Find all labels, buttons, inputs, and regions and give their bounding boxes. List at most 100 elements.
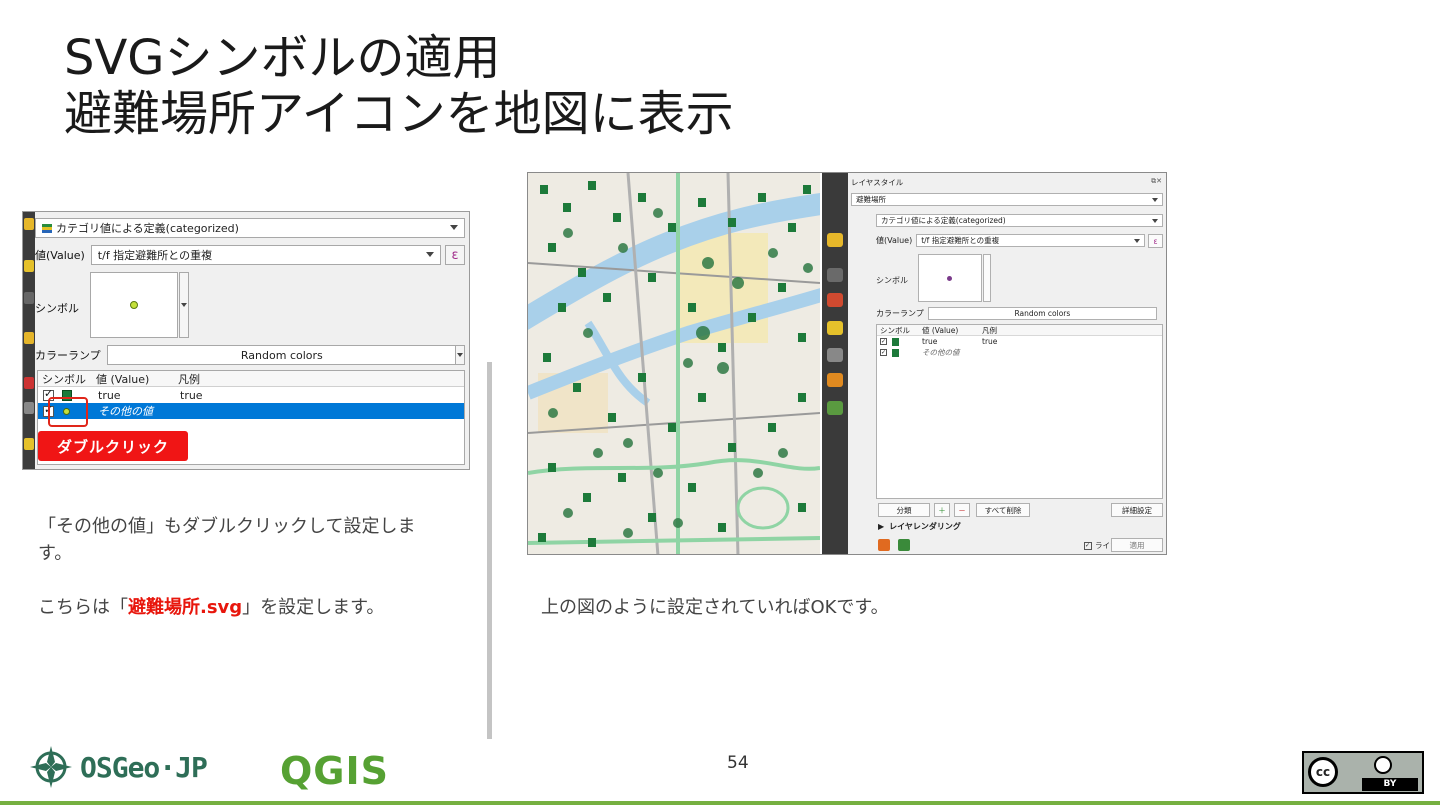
by-label: BY [1362,778,1418,791]
value-row: 値(Value) t/f 指定避難所との重複 ε [35,245,465,265]
value-row: 値(Value) t/f 指定避難所との重複 ε [876,234,1163,248]
paint-brush-icon[interactable] [24,218,34,230]
history-icon[interactable] [24,402,34,414]
renderer-value: カテゴリ値による定義(categorized) [881,216,1006,225]
panel-title: レイヤスタイル [851,178,904,187]
column-legend[interactable]: 凡例 [178,371,200,387]
value-field-text: t/f 指定避難所との重複 [921,236,1000,245]
layer-style-panel: レイヤスタイル ⧉✕ 避難場所 カテゴリ値による定義(categorized) … [848,173,1166,554]
categories-header: シンボル 値 (Value) 凡例 [877,325,1162,336]
instruction-paragraph-1: 「その他の値」もダブルクリックして設定します。 [38,516,416,564]
category-row[interactable]: true true [38,387,464,403]
category-value: true [98,388,121,402]
redo-icon[interactable] [898,539,910,551]
live-update-checkbox[interactable]: ✓ [1084,541,1092,550]
undo-icon[interactable] [878,539,890,551]
symbol-preview-button[interactable] [90,272,178,338]
categories-header: シンボル 値 (Value) 凡例 [38,371,464,387]
column-symbol[interactable]: シンボル [38,371,96,387]
category-checkbox[interactable]: ✓ [880,349,887,356]
color-ramp-dropdown[interactable] [455,345,465,365]
advanced-button[interactable]: 詳細設定 [1111,503,1163,517]
value-field-select[interactable]: t/f 指定避難所との重複 [916,234,1145,247]
p2-prefix: こちらは「 [38,597,128,618]
symbol-dropdown-button[interactable] [179,272,189,338]
footer-rule [0,801,1440,805]
paint-brush-icon[interactable] [827,233,843,247]
highlight-ring [48,397,88,427]
category-row-selected[interactable]: その他の値 [38,403,464,419]
map-canvas[interactable] [528,173,820,554]
osgeo-text: OSGeo·JP [80,750,208,784]
chevron-down-icon [426,252,434,257]
expression-button[interactable]: ε [1148,234,1163,248]
symbol-dropdown-button[interactable] [983,254,991,302]
layer-value: 避難場所 [856,195,886,204]
category-value: その他の値 [922,348,960,357]
3d-icon[interactable] [24,332,34,344]
fields-icon[interactable] [24,377,34,389]
color-ramp-value: Random colors [1014,309,1071,318]
expression-button[interactable]: ε [445,245,465,265]
renderer-row: カテゴリ値による定義(categorized) [35,218,465,238]
color-ramp-value: Random colors [240,348,323,362]
apply-button[interactable]: 適用 [1111,538,1163,552]
value-field-select[interactable]: t/f 指定避難所との重複 [90,245,441,265]
classify-button[interactable]: 分類 [878,503,930,517]
category-row[interactable]: ✓ true true [877,336,1162,347]
qgis-logo: QGIS [280,749,390,793]
qgis-result-screenshot: レイヤスタイル ⧉✕ 避難場所 カテゴリ値による定義(categorized) … [527,172,1167,555]
column-legend[interactable]: 凡例 [982,325,997,336]
label-icon[interactable] [827,268,843,282]
symbol-preview-button[interactable] [918,254,982,302]
category-checkbox[interactable]: ✓ [880,338,887,345]
map-drawing [528,173,820,554]
value-label: 値(Value) [876,236,913,245]
diagram-icon[interactable] [24,292,34,304]
column-value[interactable]: 値 (Value) [922,325,982,336]
point-marker-icon [947,276,952,281]
chevron-down-icon [1152,198,1158,202]
renderer-value: カテゴリ値による定義(categorized) [56,222,239,235]
result-caption: 上の図のように設定されていればOKです。 [541,597,889,618]
column-value[interactable]: 値 (Value) [96,371,178,387]
delete-all-button[interactable]: すべて削除 [976,503,1030,517]
symbol-label: シンボル [876,276,908,285]
layer-rendering-label: レイヤレンダリング [889,522,961,531]
color-ramp-label: カラーランプ [35,349,101,362]
category-row[interactable]: ✓ その他の値 [877,347,1162,358]
sync-icon[interactable] [827,401,843,415]
layer-row: 避難場所 [851,193,1163,206]
rendering-icon[interactable] [24,438,34,450]
category-value: true [922,337,938,346]
diagram-icon[interactable] [827,321,843,335]
category-legend: true [180,388,203,402]
color-ramp-select[interactable]: Random colors [927,307,1157,320]
column-symbol[interactable]: シンボル [877,325,922,336]
color-ramp-select[interactable]: Random colors [106,345,457,365]
layer-rendering-section[interactable]: ▶ レイヤレンダリング [878,521,961,532]
shelter-svg-icon [892,337,899,346]
renderer-select[interactable]: カテゴリ値による定義(categorized) [876,214,1163,227]
color-ramp-row: カラーランプ Random colors [35,345,465,365]
label-icon[interactable] [24,260,34,272]
remove-class-button[interactable]: － [954,503,970,517]
cc-icon: cc [1308,757,1338,787]
chevron-down-icon [450,225,458,230]
add-class-button[interactable]: ＋ [934,503,950,517]
category-value: その他の値 [98,405,153,418]
symbol-label: シンボル [35,302,79,315]
chevron-down-icon [181,303,187,307]
osgeo-compass-icon [30,746,72,788]
chevron-down-icon [1134,239,1140,243]
history-icon[interactable] [827,348,843,362]
layer-select[interactable]: 避難場所 [851,193,1163,206]
3d-icon[interactable] [827,293,843,307]
chevron-down-icon [457,353,463,357]
renderer-select[interactable]: カテゴリ値による定義(categorized) [35,218,465,238]
vertical-divider [487,362,492,739]
dock-close-icon[interactable]: ⧉✕ [1151,177,1162,186]
rendering-icon[interactable] [827,373,843,387]
categories-list[interactable]: シンボル 値 (Value) 凡例 ✓ true true ✓ その他の値 [876,324,1163,499]
renderer-row: カテゴリ値による定義(categorized) [876,214,1163,227]
